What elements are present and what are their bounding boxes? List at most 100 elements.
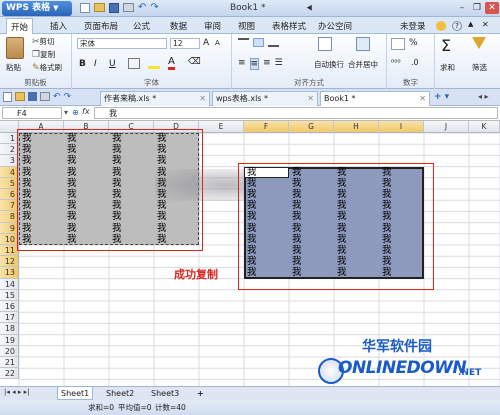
undo-icon[interactable]: ↶ — [138, 3, 146, 13]
cell-value[interactable]: 我 — [337, 268, 347, 278]
cell-value[interactable]: 我 — [157, 134, 167, 144]
cell-value[interactable]: 我 — [292, 201, 302, 211]
cell-value[interactable]: 我 — [292, 246, 302, 256]
cell-value[interactable]: 我 — [67, 134, 77, 144]
wrap-text-icon[interactable] — [318, 37, 332, 51]
cell-value[interactable]: 我 — [112, 134, 122, 144]
ribbon-collapse-icon[interactable]: ▲ — [468, 20, 473, 28]
cell-value[interactable]: 我 — [112, 167, 122, 178]
tab-insert[interactable]: 插入 — [50, 20, 67, 32]
cell-value[interactable]: 我 — [22, 223, 32, 234]
distribute-icon[interactable]: ☰ — [275, 58, 283, 70]
italic-button[interactable]: I — [94, 59, 97, 69]
sheet-tab[interactable]: Sheet2 — [103, 387, 137, 400]
row-header[interactable]: 18 — [0, 323, 19, 335]
font-color-icon[interactable]: A — [168, 56, 175, 70]
open-folder-icon[interactable] — [94, 3, 105, 12]
cell-value[interactable]: 我 — [382, 234, 392, 245]
copy-button[interactable]: ❐复制 — [32, 49, 55, 60]
cell-value[interactable]: 我 — [247, 178, 257, 189]
cell-value[interactable]: 我 — [157, 167, 167, 178]
sum-icon[interactable]: Σ — [441, 36, 451, 55]
cell-value[interactable]: 我 — [382, 167, 392, 178]
column-header[interactable]: I — [379, 121, 424, 133]
cell-value[interactable]: 我 — [247, 190, 257, 200]
cell-value[interactable]: 我 — [382, 257, 392, 267]
cell-value[interactable]: 我 — [67, 234, 77, 245]
filter-icon[interactable] — [472, 37, 486, 49]
column-header[interactable]: E — [199, 121, 244, 133]
cell-value[interactable]: 我 — [157, 223, 167, 234]
cell-value[interactable]: 我 — [67, 223, 77, 234]
cell-value[interactable]: 我 — [157, 201, 167, 211]
fx-icon[interactable]: fx — [82, 107, 90, 116]
cell-value[interactable]: 我 — [112, 212, 122, 222]
cell-value[interactable]: 我 — [67, 212, 77, 222]
add-sheet-button[interactable]: + — [194, 387, 207, 400]
tab-formula[interactable]: 公式 — [133, 20, 150, 32]
row-header[interactable]: 19 — [0, 334, 19, 346]
cell-value[interactable]: 我 — [292, 257, 302, 267]
cell-value[interactable]: 我 — [382, 212, 392, 222]
open-folder-icon[interactable] — [15, 92, 25, 101]
cell-value[interactable]: 我 — [247, 257, 257, 267]
cell-value[interactable]: 我 — [247, 201, 257, 211]
cell-value[interactable]: 我 — [337, 167, 347, 178]
print-icon[interactable] — [40, 92, 50, 101]
name-box[interactable]: F4 — [2, 107, 62, 119]
grow-font-icon[interactable]: A — [203, 38, 209, 48]
format-painter-button[interactable]: ✎格式刷 — [32, 62, 62, 73]
login-status[interactable]: 未登录 — [400, 20, 426, 32]
tab-home[interactable]: 开始 — [6, 18, 34, 34]
cell-value[interactable]: 我 — [67, 156, 77, 166]
tab-page-layout[interactable]: 页面布局 — [84, 20, 118, 32]
close-button[interactable]: ✕ — [485, 2, 499, 14]
merge-center-icon[interactable] — [356, 37, 370, 51]
cell-value[interactable]: 我 — [382, 190, 392, 200]
cell-value[interactable]: 我 — [247, 223, 257, 234]
tab-table-style[interactable]: 表格样式 — [272, 20, 306, 32]
cell-value[interactable]: 我 — [157, 145, 167, 155]
cell-value[interactable]: 我 — [292, 268, 302, 278]
save-icon[interactable] — [109, 3, 119, 13]
help-icon[interactable]: ? — [452, 21, 462, 31]
align-left-icon[interactable]: ≡ — [238, 58, 246, 70]
column-header[interactable]: F — [244, 121, 289, 133]
cell-value[interactable]: 我 — [157, 190, 167, 200]
skin-icon[interactable] — [436, 21, 446, 31]
tab-scroll-icon[interactable]: ◂ ▸ — [478, 92, 489, 101]
close-doc-icon[interactable]: ✕ — [482, 20, 489, 29]
cell-value[interactable]: 我 — [112, 201, 122, 211]
cell-value[interactable]: 我 — [157, 234, 167, 245]
formula-input[interactable]: 我 — [94, 107, 498, 119]
zoom-icon[interactable]: ⊕ — [72, 108, 79, 117]
close-icon[interactable]: ✕ — [199, 92, 206, 105]
new-file-icon[interactable] — [3, 92, 12, 102]
tab-view[interactable]: 视图 — [238, 20, 255, 32]
cell-value[interactable]: 我 — [337, 201, 347, 211]
column-header[interactable]: G — [289, 121, 334, 133]
row-header[interactable]: 14 — [0, 278, 19, 290]
cell-value[interactable]: 我 — [112, 145, 122, 155]
fill-color-icon[interactable] — [148, 58, 160, 69]
column-header[interactable]: H — [334, 121, 379, 133]
font-name-select[interactable]: 宋体 — [77, 38, 167, 49]
cell-value[interactable]: 我 — [112, 178, 122, 189]
cell-value[interactable]: 我 — [292, 167, 302, 178]
align-top-icon[interactable] — [238, 38, 249, 47]
cell-value[interactable]: 我 — [247, 246, 257, 256]
cell-value[interactable]: 我 — [112, 234, 122, 245]
border-icon[interactable] — [128, 58, 140, 69]
row-header[interactable]: 17 — [0, 312, 19, 324]
wrap-text-button[interactable]: 自动换行 — [314, 59, 344, 70]
percent-button[interactable]: % — [409, 38, 418, 48]
underline-button[interactable]: U — [109, 59, 116, 69]
column-header[interactable]: J — [424, 121, 469, 133]
cell-value[interactable]: 我 — [337, 246, 347, 256]
save-icon[interactable] — [28, 92, 37, 101]
doc-tab[interactable]: 作者来稿.xls * ✕ — [100, 91, 210, 106]
row-header[interactable]: 16 — [0, 301, 19, 313]
cell-value[interactable]: 我 — [337, 234, 347, 245]
cell-value[interactable]: 我 — [292, 223, 302, 234]
cell-value[interactable]: 我 — [22, 190, 32, 200]
